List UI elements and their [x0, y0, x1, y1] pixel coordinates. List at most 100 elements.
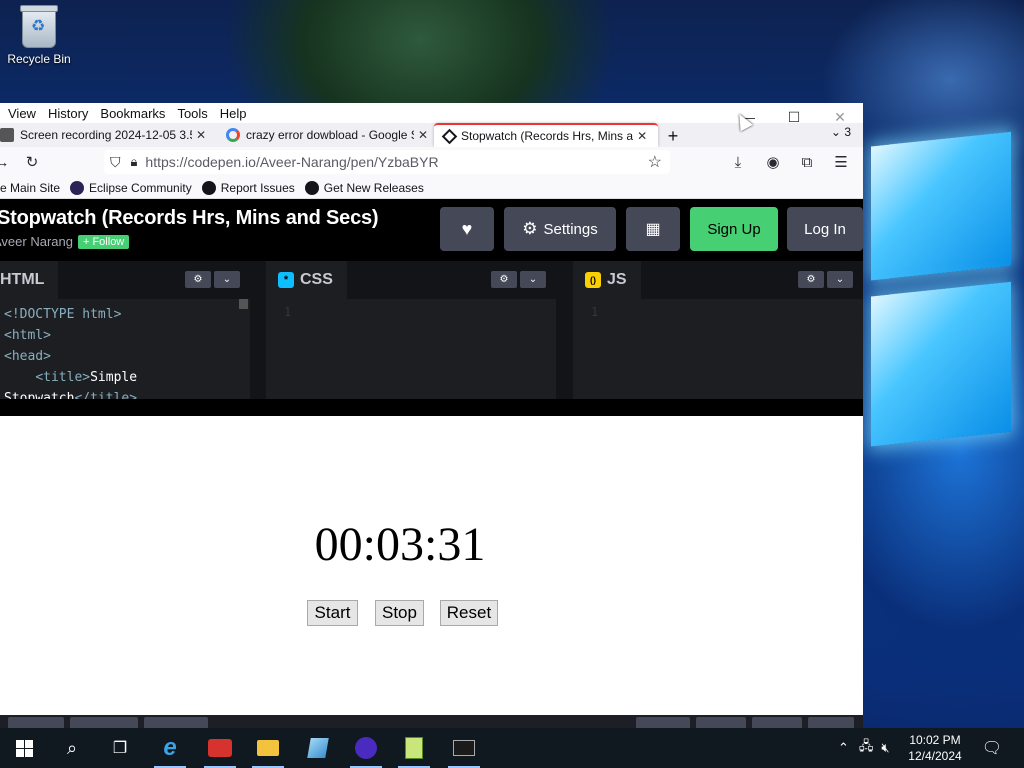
result-preview: 00:03:31 Start Stop Reset: [0, 416, 863, 715]
editor-collapse-button[interactable]: ⌄: [214, 271, 240, 288]
reset-button[interactable]: Reset: [440, 600, 498, 626]
stopwatch-display: 00:03:31: [314, 518, 486, 571]
change-view-button[interactable]: ▦: [626, 207, 680, 251]
tab-title: Screen recording 2024-12-05 3.5: [20, 128, 192, 142]
start-button[interactable]: [0, 728, 48, 768]
bookmark-star-icon[interactable]: ☆: [648, 152, 662, 172]
log-in-button[interactable]: Log In: [787, 207, 863, 251]
taskbar-clock[interactable]: 10:02 PM 12/4/2024: [904, 732, 966, 764]
footer-embed-button[interactable]: [696, 717, 746, 728]
network-icon[interactable]: 🖧︎: [859, 737, 874, 759]
follow-button[interactable]: + Follow: [77, 234, 130, 249]
author-name[interactable]: Aveer Narang: [0, 234, 73, 249]
chevron-up-icon[interactable]: ⌃: [838, 740, 849, 756]
clock-date: 12/4/2024: [908, 749, 962, 763]
shield-icon[interactable]: ⛉: [110, 154, 121, 171]
start-button[interactable]: Start: [307, 600, 358, 626]
editor-collapse-button[interactable]: ⌄: [520, 271, 546, 288]
recycle-bin-label: Recycle Bin: [7, 52, 71, 66]
css-editor-tab: * CSS: [266, 261, 347, 299]
tab-google-search[interactable]: crazy error dowbload - Google S ✕: [212, 123, 434, 147]
forward-icon[interactable]: →: [0, 152, 12, 172]
tab-stopwatch[interactable]: Stopwatch (Records Hrs, Mins a ✕: [434, 123, 658, 147]
reload-icon[interactable]: ↻: [22, 152, 42, 172]
tab-title: crazy error dowbload - Google S: [246, 128, 414, 142]
code-editors: HTML ⚙ ⌄ <!DOCTYPE html> <html> <head> <…: [0, 261, 863, 401]
bookmark-eclipse-community[interactable]: Eclipse Community: [70, 180, 192, 195]
taskbar-app-red[interactable]: [196, 728, 244, 768]
footer-share-button[interactable]: [808, 717, 854, 728]
bookmark-get-new-releases[interactable]: Get New Releases: [304, 180, 424, 195]
code-line: <!DOCTYPE html>: [4, 307, 122, 322]
stop-button[interactable]: Stop: [375, 600, 424, 626]
close-tab-icon[interactable]: ✕: [196, 128, 206, 142]
js-editor[interactable]: () JS ⚙ ⌄ 1: [573, 261, 863, 399]
html-editor[interactable]: HTML ⚙ ⌄ <!DOCTYPE html> <html> <head> <…: [0, 261, 250, 399]
red-app-icon: [208, 739, 232, 757]
editor-scrollbar[interactable]: [239, 299, 248, 309]
eclipse-icon: [70, 180, 85, 195]
bookmarks-toolbar: e Main Site Eclipse Community Report Iss…: [0, 177, 863, 199]
taskbar-eclipse[interactable]: [342, 728, 390, 768]
plus-icon: +: [667, 126, 679, 146]
footer-fork-button[interactable]: [636, 717, 690, 728]
footer-export-button[interactable]: [752, 717, 802, 728]
editor-lang-label: JS: [607, 271, 627, 288]
new-tab-button[interactable]: +: [658, 125, 688, 147]
recycle-bin-icon: ♻: [20, 5, 58, 48]
code-line: <head>: [4, 349, 51, 364]
volume-muted-icon[interactable]: 🔇︎: [881, 740, 889, 756]
menu-help[interactable]: Help: [220, 106, 247, 121]
sign-up-button[interactable]: Sign Up: [690, 207, 778, 251]
menu-view[interactable]: View: [8, 106, 36, 121]
menu-hamburger-icon[interactable]: ☰: [831, 152, 851, 172]
recycle-bin-desktop-icon[interactable]: ♻ Recycle Bin: [6, 5, 72, 66]
bookmark-label: e Main Site: [0, 180, 61, 195]
taskbar-file-explorer[interactable]: [244, 728, 292, 768]
lock-icon[interactable]: 🔒︎: [131, 154, 138, 170]
download-icon[interactable]: ⤓: [728, 152, 748, 172]
code-text: Simple: [90, 370, 138, 385]
menu-history[interactable]: History: [48, 106, 88, 121]
taskbar-internet-explorer[interactable]: e: [146, 728, 194, 768]
pen-author-row: Aveer Narang + Follow: [0, 234, 130, 249]
footer-assets-button[interactable]: [70, 717, 138, 728]
settings-button[interactable]: ⚙ Settings: [504, 207, 616, 251]
tab-screen-recording[interactable]: Screen recording 2024-12-05 3.5 ✕: [0, 123, 212, 147]
internet-explorer-icon: e: [163, 734, 177, 761]
codepen-footer: [0, 715, 863, 728]
address-bar[interactable]: ⛉ 🔒︎ https://codepen.io/Aveer-Narang/pen…: [104, 150, 670, 174]
bookmark-report-issues[interactable]: Report Issues: [201, 180, 295, 195]
task-view-button[interactable]: ❐: [96, 728, 144, 768]
js-editor-tab: () JS: [573, 261, 641, 299]
editor-collapse-button[interactable]: ⌄: [827, 271, 853, 288]
footer-console-button[interactable]: [8, 717, 64, 728]
list-all-tabs-button[interactable]: ⌄ 3: [831, 125, 851, 139]
close-tab-icon[interactable]: ✕: [637, 129, 647, 143]
editor-settings-button[interactable]: ⚙: [491, 271, 517, 288]
js-badge-icon: (): [585, 272, 601, 288]
search-button[interactable]: ⌕: [48, 728, 96, 768]
footer-shortcuts-button[interactable]: [144, 717, 208, 728]
like-button[interactable]: ♥: [440, 207, 494, 251]
taskbar-notepad[interactable]: [294, 728, 342, 768]
action-center-button[interactable]: 🗨︎: [968, 728, 1016, 768]
css-editor[interactable]: * CSS ⚙ ⌄ 1: [266, 261, 556, 399]
menu-bookmarks[interactable]: Bookmarks: [100, 106, 165, 121]
html-code[interactable]: <!DOCTYPE html> <html> <head> <title>Sim…: [0, 299, 250, 399]
menu-tools[interactable]: Tools: [177, 106, 207, 121]
extensions-icon[interactable]: ⧉: [797, 152, 817, 172]
eclipse-icon: [355, 737, 377, 759]
close-tab-icon[interactable]: ✕: [418, 128, 428, 142]
gear-icon: ⚙: [522, 219, 538, 238]
editor-lang-label: CSS: [300, 271, 333, 288]
bookmark-main-site[interactable]: e Main Site: [0, 181, 60, 195]
taskbar-terminal[interactable]: [440, 728, 488, 768]
resize-divider[interactable]: [0, 399, 863, 416]
editor-settings-button[interactable]: ⚙: [185, 271, 211, 288]
editor-settings-button[interactable]: ⚙: [798, 271, 824, 288]
taskbar-editor-app[interactable]: [390, 728, 438, 768]
account-icon[interactable]: ◉: [763, 152, 783, 172]
notification-icon: 🗨︎: [981, 740, 1003, 757]
line-number: 1: [284, 305, 292, 319]
